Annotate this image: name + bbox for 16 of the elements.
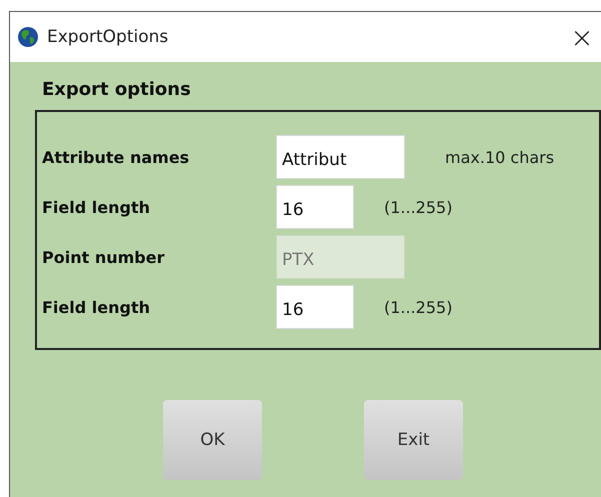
field-label: Field length [42,198,151,216]
field-label: Point number [42,248,166,266]
hint-text: (1...255) [384,298,452,316]
text-field[interactable]: 16 [276,185,354,229]
field-label: Attribute names [42,148,190,166]
hint-text: max.10 chars [445,148,554,166]
window-title: ExportOptions [47,27,170,47]
ok-button[interactable]: OK [163,400,262,480]
field-label: Field length [42,298,151,316]
section-heading: Export options [42,79,192,100]
globe-icon [17,26,39,48]
exit-button[interactable]: Exit [364,400,463,480]
text-field[interactable]: Attribut [276,135,405,179]
close-button[interactable]: × [559,17,601,57]
hint-text: (1...255) [384,198,452,216]
text-field[interactable]: 16 [276,285,354,329]
